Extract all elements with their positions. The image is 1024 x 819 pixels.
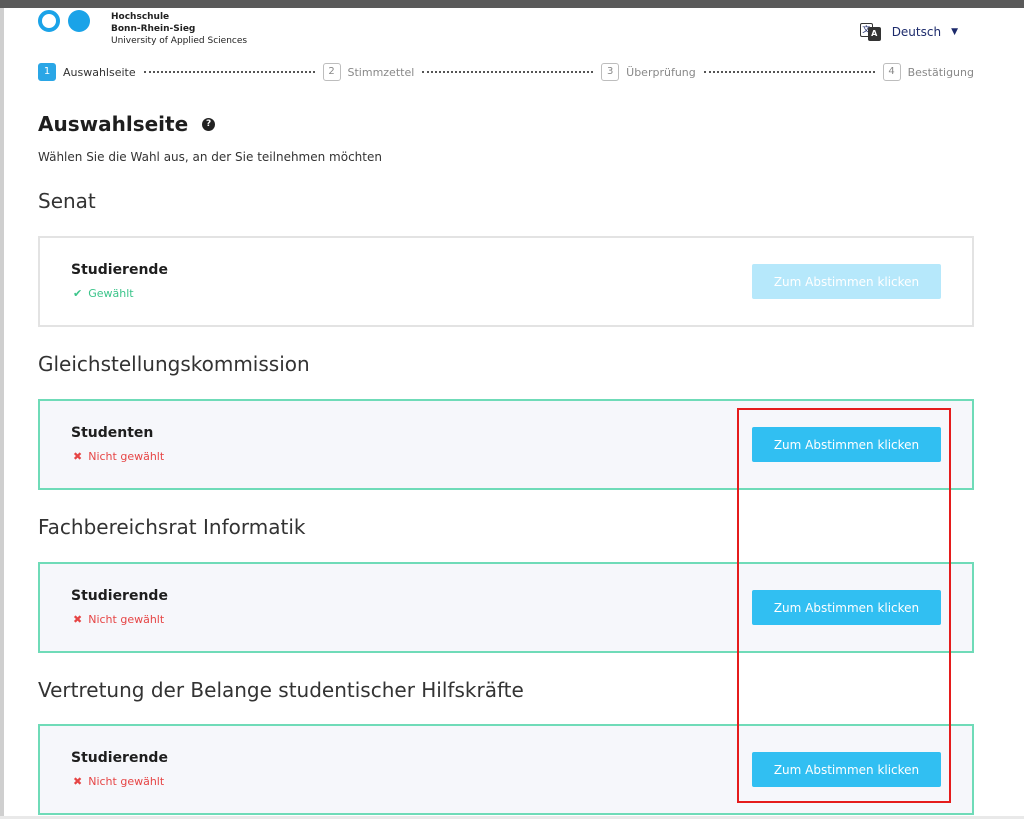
section-title-hilfskraefte: Vertretung der Belange studentischer Hil… — [38, 678, 524, 702]
page-subtitle: Wählen Sie die Wahl aus, an der Sie teil… — [38, 150, 382, 164]
cross-icon: ✖ — [73, 775, 83, 788]
help-icon[interactable]: ? — [202, 117, 216, 131]
translate-icon: 文 A — [859, 22, 882, 42]
caret-down-icon: ▼ — [951, 27, 958, 37]
page-heading: Auswahlseite — [38, 112, 189, 136]
logo-line-3: University of Applied Sciences — [111, 36, 248, 46]
step-number: 3 — [601, 63, 620, 81]
checkmark-icon: ✔ — [73, 287, 83, 300]
step-number: 1 — [38, 63, 56, 81]
step-label: Bestätigung — [907, 65, 974, 79]
highlight-annotation-box — [737, 408, 951, 803]
step-label: Stimmzettel — [347, 65, 415, 79]
step-connector — [422, 71, 594, 73]
logo-line-2: Bonn-Rhein-Sieg — [111, 24, 196, 34]
logo-line-1: Hochschule — [111, 12, 170, 22]
step-stimmzettel: 2 Stimmzettel — [322, 63, 415, 81]
window-top-bar — [0, 0, 1024, 8]
card-group-label: Studierende — [71, 750, 168, 766]
language-selector[interactable]: 文 A Deutsch ▼ — [859, 22, 958, 42]
window-left-edge — [0, 8, 4, 819]
status-not-voted: ✖ Nicht gewählt — [73, 450, 164, 463]
election-card-senat: Studierende ✔ Gewählt Zum Abstimmen klic… — [38, 236, 974, 327]
step-number: 4 — [882, 63, 901, 81]
card-group-label: Studenten — [71, 425, 154, 441]
step-ueberpruefung: 3 Überprüfung — [601, 63, 696, 81]
status-voted: ✔ Gewählt — [73, 287, 134, 300]
language-label: Deutsch — [891, 25, 942, 39]
logo-ring-icon — [38, 10, 60, 32]
step-auswahlseite: 1 Auswahlseite — [38, 63, 136, 81]
section-title-senat: Senat — [38, 189, 96, 213]
status-text: Gewählt — [88, 287, 134, 300]
status-not-voted: ✖ Nicht gewählt — [73, 613, 164, 626]
step-connector — [703, 71, 875, 73]
university-logo — [38, 10, 90, 32]
status-text: Nicht gewählt — [88, 613, 165, 626]
status-text: Nicht gewählt — [88, 450, 165, 463]
status-text: Nicht gewählt — [88, 775, 165, 788]
section-title-fachbereichsrat: Fachbereichsrat Informatik — [38, 515, 306, 539]
step-number: 2 — [322, 63, 341, 81]
section-title-gleichstellungskommission: Gleichstellungskommission — [38, 352, 310, 376]
page-title: Auswahlseite ? — [38, 112, 216, 136]
vote-button-senat: Zum Abstimmen klicken — [752, 264, 941, 299]
step-label: Auswahlseite — [63, 65, 136, 79]
cross-icon: ✖ — [73, 613, 83, 626]
logo-dot-icon — [68, 10, 90, 32]
card-group-label: Studierende — [71, 588, 168, 604]
card-group-label: Studierende — [71, 262, 168, 278]
cross-icon: ✖ — [73, 450, 83, 463]
step-connector — [143, 71, 315, 73]
status-not-voted: ✖ Nicht gewählt — [73, 775, 164, 788]
logo-text: Hochschule Bonn-Rhein-Sieg University of… — [111, 11, 247, 47]
step-bestaetigung: 4 Bestätigung — [882, 63, 974, 81]
step-label: Überprüfung — [626, 65, 696, 79]
progress-stepper: 1 Auswahlseite 2 Stimmzettel 3 Überprüfu… — [38, 62, 974, 82]
